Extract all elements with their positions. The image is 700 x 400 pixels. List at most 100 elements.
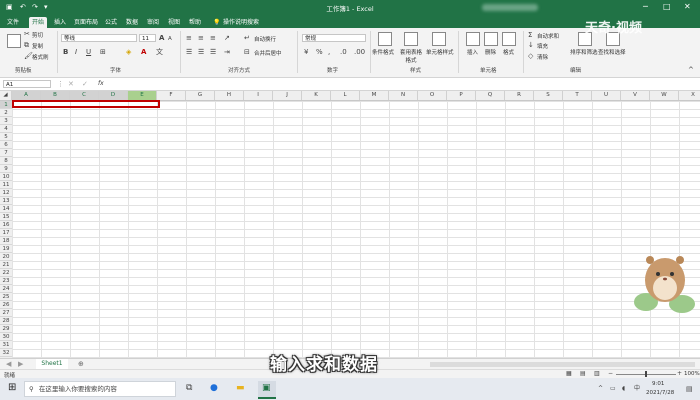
align-left-icon[interactable]: ☰ [186,48,192,56]
ime-icon[interactable]: 中 [634,385,640,393]
fill-color-icon[interactable]: ◈ [126,48,131,56]
row-header[interactable]: 4 [0,125,12,133]
column-header[interactable]: E [128,91,157,100]
row-header[interactable]: 7 [0,149,12,157]
bold-button[interactable]: B [63,48,68,56]
taskbar-search[interactable]: ⚲ 在这里输入你要搜索的内容 [24,381,176,397]
find-select-button[interactable]: 查找和选择 [598,48,626,56]
clear-button[interactable]: 清除 [537,53,548,61]
windows-start-icon[interactable]: ⊞ [8,383,16,393]
next-sheet-icon[interactable]: ▶ [18,360,23,368]
row-header[interactable]: 8 [0,157,12,165]
task-view-icon[interactable]: ⧉ [186,384,192,393]
enter-icon[interactable]: ✓ [82,80,88,88]
row-header[interactable]: 24 [0,285,12,293]
network-icon[interactable]: ▭ [610,385,616,393]
row-header[interactable]: 13 [0,197,12,205]
autosum-button[interactable]: 自动求和 [537,32,559,40]
format-painter-button[interactable]: 格式刷 [32,53,49,61]
paste-icon[interactable] [7,34,21,48]
currency-icon[interactable]: ¥ [304,48,308,56]
row-header[interactable]: 17 [0,229,12,237]
column-header[interactable]: J [273,91,302,100]
row-header[interactable]: 1 [0,101,12,109]
row-header[interactable]: 23 [0,277,12,285]
phonetic-icon[interactable]: 文 [156,48,163,56]
row-header[interactable]: 22 [0,269,12,277]
file-explorer-icon[interactable]: ▬ [236,384,245,393]
column-header[interactable]: Q [476,91,505,100]
zoom-in-icon[interactable]: + [677,370,682,378]
row-header[interactable]: 10 [0,173,12,181]
font-size-select[interactable]: 11 [139,34,156,42]
row-header[interactable]: 30 [0,333,12,341]
column-header[interactable]: T [563,91,592,100]
align-right-icon[interactable]: ☰ [210,48,216,56]
row-header[interactable]: 6 [0,141,12,149]
zoom-level[interactable]: 100% [684,371,700,377]
row-header[interactable]: 12 [0,189,12,197]
row-header[interactable]: 15 [0,213,12,221]
page-layout-view-icon[interactable]: ▤ [580,370,586,378]
row-header[interactable]: 3 [0,117,12,125]
clock-time[interactable]: 9:01 [652,381,664,387]
align-bottom-icon[interactable]: ≡ [210,34,216,42]
zoom-out-icon[interactable]: − [608,370,613,378]
row-header[interactable]: 11 [0,181,12,189]
underline-button[interactable]: U [86,48,91,56]
tray-expand-icon[interactable]: ^ [598,385,603,393]
selected-range-a1-e1[interactable] [12,100,160,108]
row-header[interactable]: 21 [0,261,12,269]
row-header[interactable]: 5 [0,133,12,141]
font-color-icon[interactable]: A [141,48,146,56]
column-header[interactable]: F [157,91,186,100]
name-box[interactable]: A1 [3,80,51,88]
sort-filter-button[interactable]: 排序和筛选 [570,48,598,56]
table-format-button[interactable]: 套用表格格式 [399,48,423,64]
normal-view-icon[interactable]: ▦ [566,370,572,378]
conditional-format-button[interactable]: 条件格式 [372,48,394,56]
minimize-icon[interactable]: ─ [643,2,648,11]
clock-date[interactable]: 2021/7/28 [646,390,674,396]
column-header[interactable]: L [331,91,360,100]
column-header[interactable]: B [41,91,70,100]
horizontal-scrollbar[interactable] [430,362,695,367]
column-header[interactable]: W [650,91,679,100]
row-header[interactable]: 32 [0,349,12,357]
row-header[interactable]: 28 [0,317,12,325]
formula-input[interactable] [110,80,694,88]
row-header[interactable]: 19 [0,245,12,253]
cell-area[interactable] [12,101,700,358]
grow-font-button[interactable]: A [159,34,164,42]
zoom-slider-thumb[interactable] [645,371,647,377]
column-header[interactable]: U [592,91,621,100]
delete-cells-button[interactable]: 删除 [485,48,496,56]
comma-icon[interactable]: , [328,48,330,56]
row-header[interactable]: 2 [0,109,12,117]
align-center-icon[interactable]: ☰ [198,48,204,56]
column-header[interactable]: D [99,91,128,100]
row-header[interactable]: 14 [0,205,12,213]
row-header[interactable]: 31 [0,341,12,349]
column-header[interactable]: V [621,91,650,100]
copy-button[interactable]: 复制 [32,42,43,50]
select-all-corner[interactable]: ◢ [0,91,12,100]
tab-home[interactable]: 开始 [29,17,48,28]
merge-center-button[interactable]: 合并后居中 [254,49,282,57]
align-middle-icon[interactable]: ≡ [198,34,204,42]
indent-icon[interactable]: ⇥ [224,48,230,56]
increase-decimal-icon[interactable]: .0 [340,48,347,56]
number-format-select[interactable]: 常规 [302,34,366,42]
cancel-icon[interactable]: ✕ [68,80,74,88]
notification-icon[interactable]: ▤ [686,385,693,393]
border-icon[interactable]: ⊞ [100,48,106,56]
row-header[interactable]: 25 [0,293,12,301]
maximize-icon[interactable]: □ [663,2,671,11]
row-header[interactable]: 26 [0,301,12,309]
wrap-text-button[interactable]: 自动换行 [254,35,276,43]
align-top-icon[interactable]: ≡ [186,34,192,42]
tab-insert[interactable]: 插入 [51,17,69,28]
font-name-select[interactable]: 等线 [61,34,137,42]
add-sheet-icon[interactable]: ⊕ [78,360,84,368]
tab-view[interactable]: 视图 [165,17,183,28]
